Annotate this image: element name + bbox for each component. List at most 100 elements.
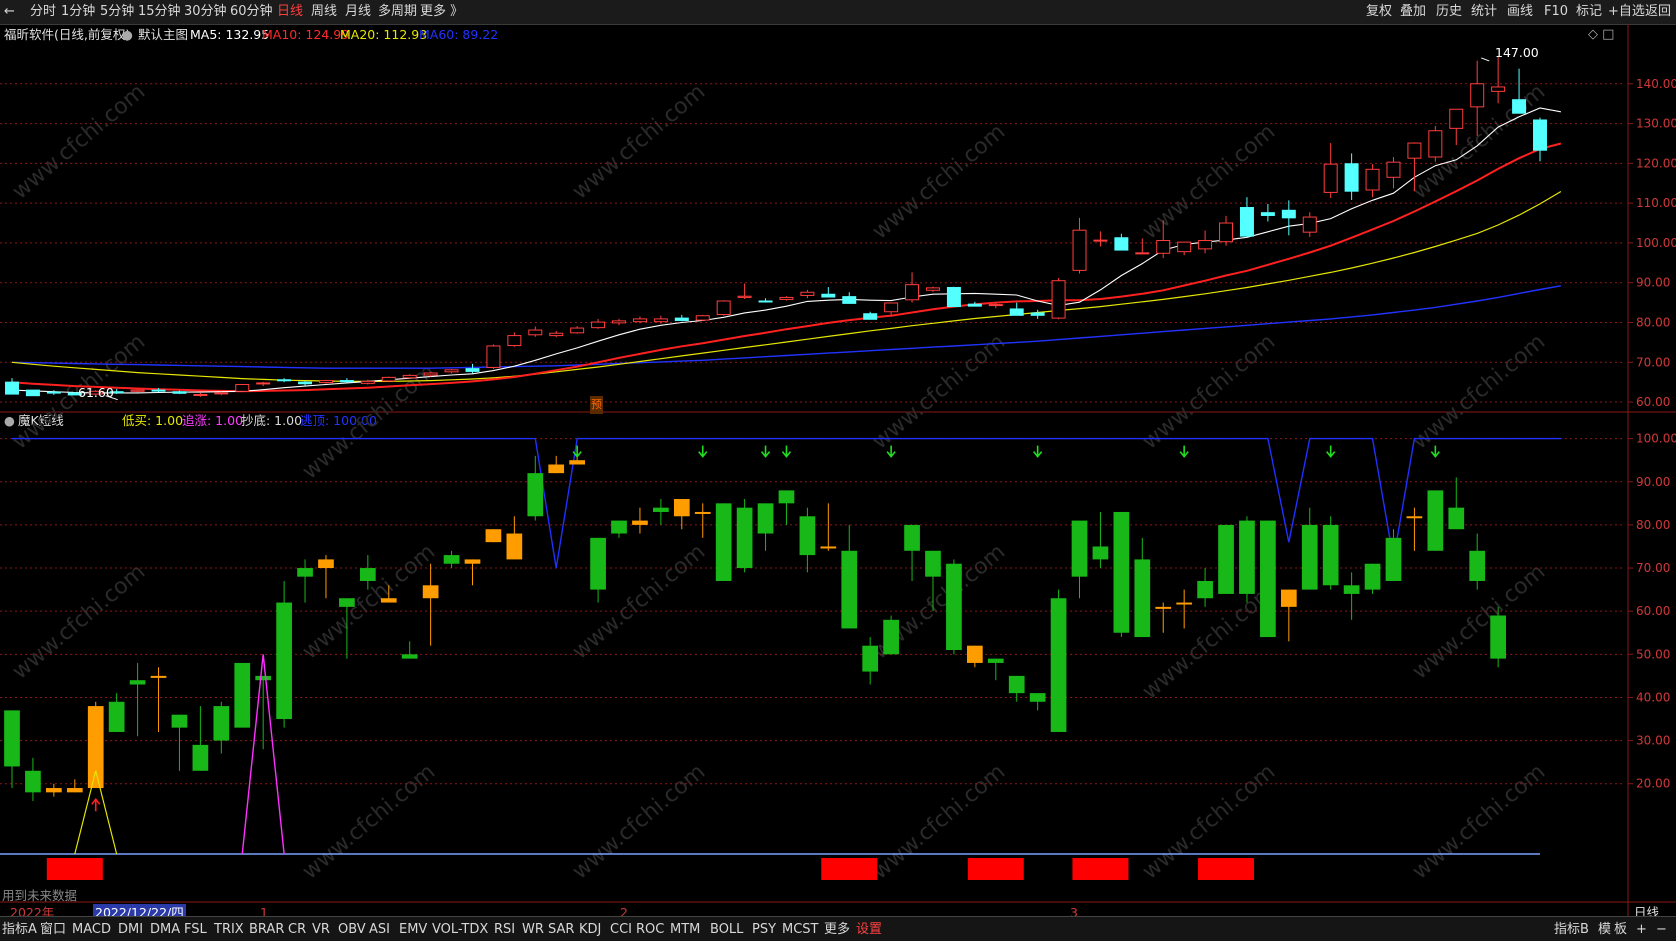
indicator-bar <box>883 619 899 655</box>
price-tick-label: 100.00 <box>1636 236 1676 250</box>
candle-body <box>423 372 438 376</box>
candle-body <box>653 318 668 323</box>
candle-body <box>1177 241 1192 253</box>
indicator-tab-9[interactable]: VR <box>312 921 330 939</box>
indicator-tab-2[interactable]: MACD <box>72 921 111 939</box>
candle-body <box>1135 252 1150 255</box>
indicator-bar <box>1343 585 1360 594</box>
indicator-bar <box>213 706 230 741</box>
indicator-bar <box>1029 693 1046 702</box>
indicator-bar <box>1113 511 1130 633</box>
watermark-text: www.cfchi.com <box>1138 329 1280 454</box>
candle-body <box>402 374 417 379</box>
indicator-tab-13[interactable]: VOL-TDX <box>432 921 488 939</box>
candle-body <box>130 389 145 392</box>
indicator-tab-1[interactable]: 窗口 <box>40 921 66 939</box>
indicator-tab-4[interactable]: DMA <box>150 921 180 939</box>
indicator-tab-25[interactable]: 设置 <box>856 921 882 939</box>
indicator-bar <box>339 598 355 607</box>
watermark-text: www.cfchi.com <box>8 79 150 204</box>
indicator-bar <box>653 507 669 512</box>
candle-body <box>193 393 208 396</box>
indicator-tab-24[interactable]: 更多 <box>824 921 850 939</box>
candle-body <box>528 329 543 336</box>
signal-block <box>46 858 103 880</box>
candle-body <box>298 381 313 385</box>
indicator-tab-19[interactable]: ROC <box>636 921 664 939</box>
indicator-tab-10[interactable]: OBV <box>338 921 366 939</box>
signal-block <box>821 858 878 880</box>
indicator-tab-0[interactable]: 指标A <box>2 921 37 939</box>
candle-body <box>842 296 857 304</box>
indicator-bar <box>359 568 376 581</box>
indicator-bar <box>1280 589 1297 607</box>
indicator-bar <box>1490 615 1506 659</box>
indicator-bar <box>1134 559 1151 638</box>
candle-body <box>318 380 333 384</box>
bottom-right-button-3[interactable]: + <box>1636 921 1647 939</box>
indicator-bar <box>1197 580 1213 599</box>
bottom-right-button-0[interactable]: 指标B <box>1554 921 1589 939</box>
sell-arrow-icon <box>698 445 708 458</box>
indicator-tab-5[interactable]: FSL <box>184 921 207 939</box>
indicator-tab-8[interactable]: CR <box>288 921 306 939</box>
stock-chart[interactable]: www.cfchi.com www.cfchi.com www.cfchi.com w… <box>0 0 1676 940</box>
indicator-tab-14[interactable]: RSI <box>494 921 515 939</box>
candle-body <box>779 296 794 300</box>
bottom-right-button-2[interactable]: 板 <box>1614 921 1627 939</box>
indicator-tab-16[interactable]: SAR <box>548 921 574 939</box>
indicator-tab-6[interactable]: TRIX <box>214 921 244 939</box>
indicator-bar <box>318 559 334 569</box>
indicator-bar <box>276 602 292 720</box>
indicator-tab-22[interactable]: PSY <box>752 921 776 939</box>
watermark-text: www.cfchi.com <box>298 539 440 664</box>
indicator-bar <box>1008 675 1025 694</box>
candle-body <box>1156 240 1171 254</box>
candle-body <box>25 389 40 397</box>
candle-body <box>1030 312 1045 316</box>
candle-body <box>695 315 710 321</box>
indicator-bar <box>757 503 774 534</box>
indicator-bar <box>925 550 941 577</box>
indicator-bar <box>632 520 648 525</box>
sell-arrow-icon <box>1326 445 1336 458</box>
candle-body <box>591 321 606 329</box>
watermark-text: www.cfchi.com <box>1408 329 1550 454</box>
indicator-tab-18[interactable]: CCI <box>610 921 632 939</box>
indicator-bar <box>967 645 983 663</box>
indicator-tab-20[interactable]: MTM <box>670 921 700 939</box>
indicator-bar <box>1448 507 1465 530</box>
price-tick-label: 60.00 <box>1636 395 1670 409</box>
candle-body <box>967 303 982 307</box>
candle-body <box>821 293 836 298</box>
sell-arrow-icon <box>781 445 792 458</box>
indicator-tab-21[interactable]: BOLL <box>710 921 743 939</box>
candle-body <box>549 332 564 337</box>
candle-body <box>1512 99 1527 114</box>
bottom-indicator-bar: 指标A 窗口 MACD DMI DMA FSL TRIX BRAR CR VR OBV ASI EMV V… <box>0 916 1676 941</box>
candle-body <box>1365 168 1380 191</box>
indicator-bar <box>506 533 523 560</box>
indicator-bar <box>673 499 690 517</box>
indicator-bar <box>590 537 606 590</box>
candle-body <box>1344 163 1359 192</box>
indicator-tab-7[interactable]: BRAR <box>249 921 284 939</box>
candle-body <box>1302 216 1317 233</box>
indicator-tab-23[interactable]: MCST <box>782 921 819 939</box>
bottom-right-button-1[interactable]: 模 <box>1598 921 1611 939</box>
price-tick-label: 130.00 <box>1636 117 1676 131</box>
indicator-tab-17[interactable]: KDJ <box>579 921 601 939</box>
indicator-tab-11[interactable]: ASI <box>369 921 390 939</box>
bottom-right-button-4[interactable]: − <box>1656 921 1667 939</box>
candle-body <box>800 291 815 296</box>
candle-body <box>486 345 501 368</box>
candle-body <box>946 286 961 308</box>
indicator-tab-15[interactable]: WR <box>522 921 544 939</box>
indicator-bar <box>1260 520 1276 638</box>
indicator-tick-label: 80.00 <box>1636 518 1670 532</box>
indicator-tab-12[interactable]: EMV <box>399 921 427 939</box>
indicator-bar <box>129 680 146 685</box>
indicator-tab-3[interactable]: DMI <box>118 921 143 939</box>
indicator-bar <box>548 464 565 474</box>
candle-body <box>256 382 271 385</box>
